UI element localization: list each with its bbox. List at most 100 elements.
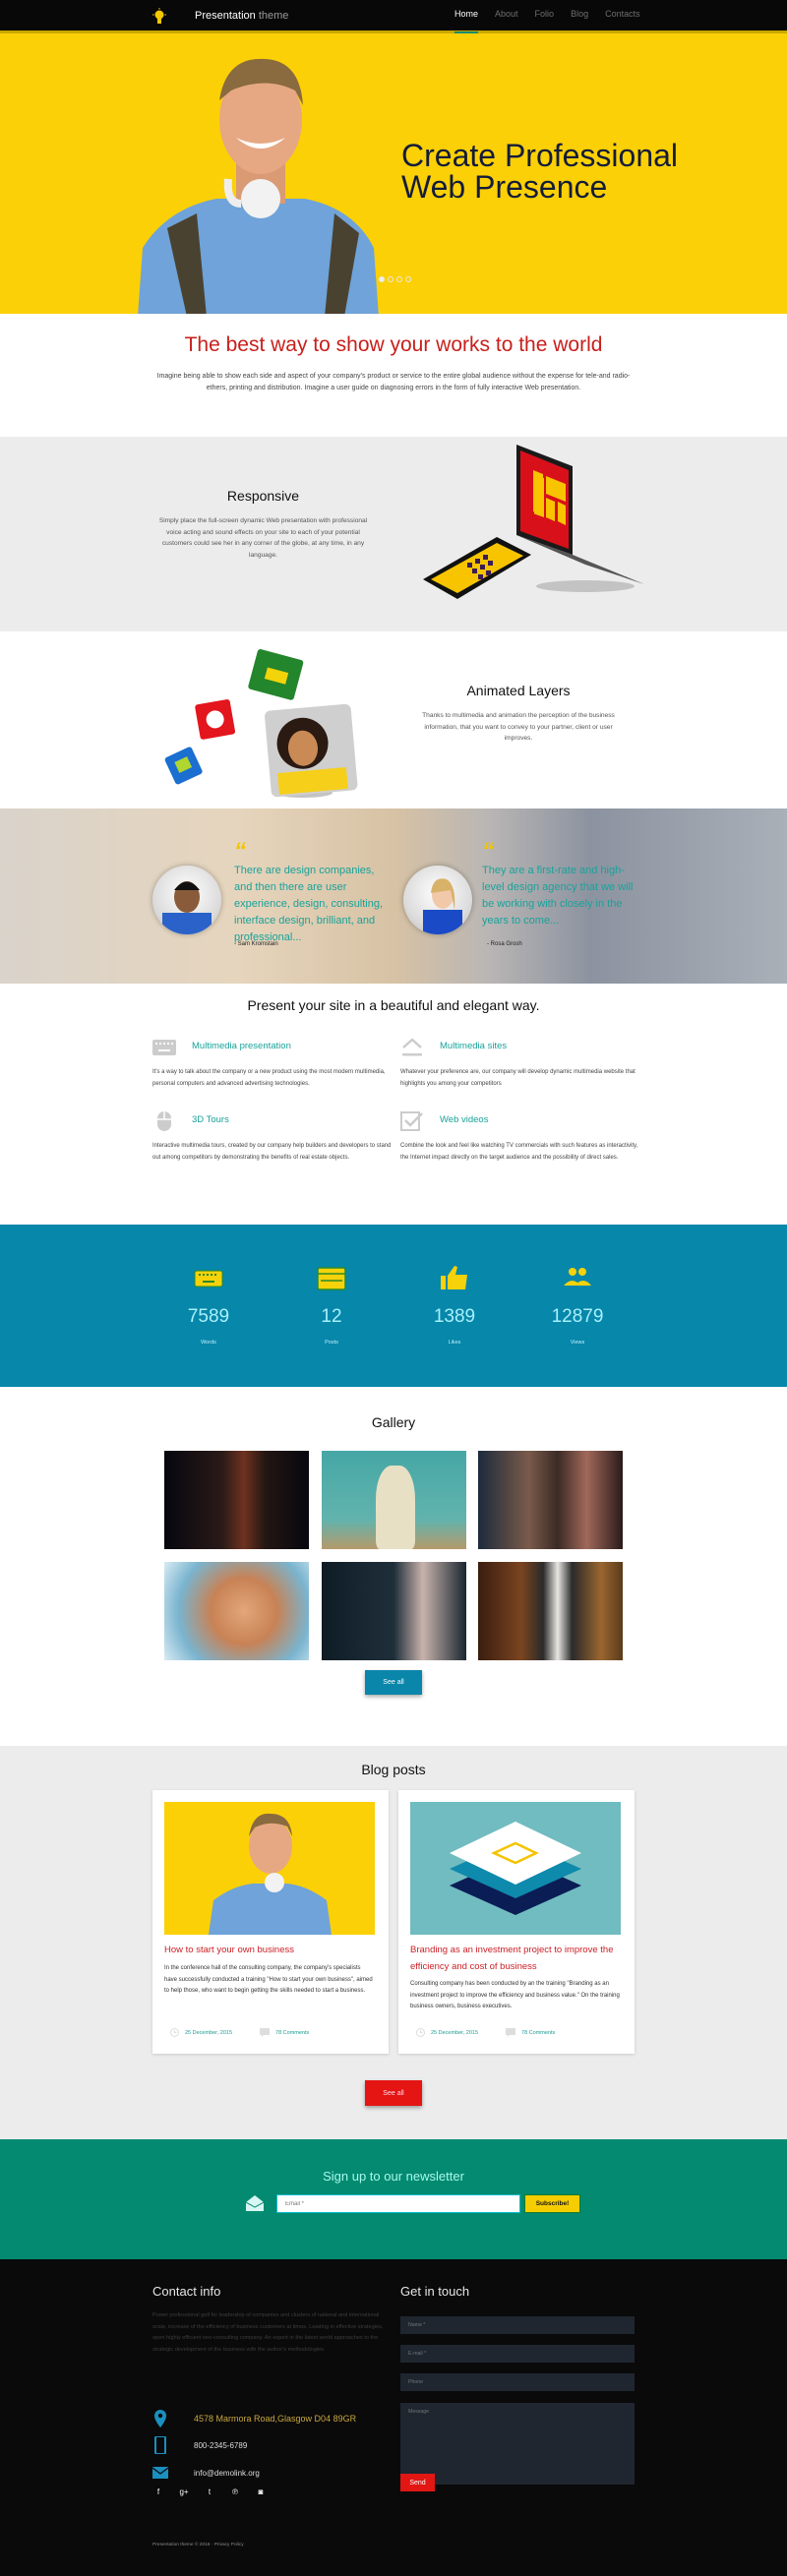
- blog-post-image[interactable]: [410, 1802, 621, 1935]
- envelope-open-icon: [246, 2195, 264, 2211]
- contact-message-input[interactable]: [400, 2403, 635, 2485]
- feature-title: Animated Layers: [466, 683, 571, 698]
- gallery-image[interactable]: [322, 1451, 466, 1549]
- feature-responsive: Responsive Simply place the full-screen …: [0, 437, 787, 631]
- send-button[interactable]: Send: [400, 2474, 435, 2491]
- blog-post-meta: 25 December, 2015 78 Comments: [416, 2028, 582, 2037]
- newsletter-email-input[interactable]: [276, 2194, 520, 2213]
- gallery-see-all-button[interactable]: See all: [365, 1670, 422, 1695]
- slider-dot[interactable]: [388, 276, 394, 282]
- newsletter-section: Sign up to our newsletter Subscribe!: [0, 2139, 787, 2259]
- facebook-icon[interactable]: f: [152, 2487, 164, 2496]
- blog-see-all-button[interactable]: See all: [365, 2080, 422, 2106]
- service-text: It's a way to talk about the company or …: [152, 1069, 386, 1087]
- testimonial-quote: There are design companies, and then the…: [234, 865, 384, 943]
- nav-blog[interactable]: Blog: [571, 9, 588, 32]
- stat-label: Words: [201, 1340, 216, 1346]
- blog-card: How to start your own business In the co…: [152, 1790, 389, 2054]
- testimonial-author: - Rosa Grosh: [487, 941, 522, 947]
- intro-section: The best way to show your works to the w…: [0, 314, 787, 437]
- slider-dots: [379, 276, 411, 282]
- blog-post-date: 25 December, 2015: [431, 2029, 479, 2036]
- brand-name[interactable]: Presentation theme: [195, 10, 288, 22]
- testimonials-section: “ There are design companies, and then t…: [0, 809, 787, 984]
- slider-dot[interactable]: [405, 276, 411, 282]
- contact-address: 4578 Marmora Road,Glasgow D04 89GR: [152, 2410, 356, 2427]
- slider-dot[interactable]: [379, 276, 385, 282]
- clock-icon: [170, 2028, 179, 2037]
- blog-post-title[interactable]: How to start your own business: [164, 1942, 375, 1958]
- phone-text[interactable]: 800-2345-6789: [194, 2441, 247, 2450]
- blog-post-text: In the conference hall of the consulting…: [164, 1965, 373, 1994]
- stat-likes: 1389 Likes: [415, 1264, 494, 1346]
- contact-about-text: Power professional golf for leadership o…: [152, 2312, 384, 2353]
- mail-icon: [152, 2467, 168, 2479]
- google-plus-icon[interactable]: g+: [178, 2487, 190, 2496]
- stat-label: Views: [570, 1340, 585, 1346]
- service-title: Multimedia sites: [440, 1041, 508, 1051]
- testimonial-avatar: [403, 866, 472, 934]
- nav-about[interactable]: About: [495, 9, 518, 32]
- gallery-image[interactable]: [478, 1451, 623, 1549]
- stat-label: Likes: [448, 1340, 461, 1346]
- blog-post-comments[interactable]: 78 Comments: [275, 2030, 309, 2036]
- nav-contacts[interactable]: Contacts: [605, 9, 640, 32]
- location-pin-icon: [154, 2410, 166, 2427]
- stat-value: 7589: [187, 1306, 230, 1327]
- nav-folio[interactable]: Folio: [535, 9, 555, 32]
- phone-icon: [154, 2436, 166, 2454]
- testimonial-avatar: [152, 866, 221, 934]
- contact-email: info@demolink.org: [152, 2464, 260, 2482]
- services-title: Present your site in a beautiful and ele…: [247, 997, 540, 1013]
- stat-value: 1389: [433, 1306, 476, 1327]
- stat-label: Posts: [325, 1340, 338, 1346]
- contact-name-input[interactable]: [400, 2316, 635, 2334]
- blog-section: Blog posts How to start your own busines…: [0, 1746, 787, 2139]
- gallery-image[interactable]: [322, 1562, 466, 1660]
- pinterest-icon[interactable]: ℗: [229, 2487, 241, 2496]
- blog-post-title[interactable]: Branding as an investment project to imp…: [410, 1942, 621, 1975]
- header: Presentation theme Home About Folio Blog…: [0, 0, 787, 33]
- newsletter-title: Sign up to our newsletter: [323, 2169, 464, 2184]
- feature-text: Simply place the full-screen dynamic Web…: [158, 517, 368, 559]
- contact-phone-input[interactable]: [400, 2373, 635, 2391]
- feature-title: Responsive: [226, 488, 300, 504]
- stat-value: 12879: [551, 1306, 604, 1327]
- lightbulb-logo-icon[interactable]: [152, 8, 166, 26]
- intro-text: Imagine being able to show each side and…: [156, 373, 631, 391]
- feature-text: Thanks to multimedia and animation the p…: [422, 712, 615, 742]
- web-icon: [317, 1267, 346, 1290]
- blog-title: Blog posts: [361, 1762, 426, 1777]
- service-title: 3D Tours: [192, 1114, 229, 1125]
- footer: Contact info Power professional golf for…: [0, 2259, 787, 2576]
- instagram-icon[interactable]: ◙: [255, 2487, 267, 2496]
- twitter-icon[interactable]: t: [204, 2487, 215, 2496]
- gallery-image[interactable]: [164, 1451, 309, 1549]
- contact-email-input[interactable]: [400, 2345, 635, 2363]
- clock-icon: [416, 2028, 425, 2037]
- quote-mark-icon: “: [482, 838, 494, 865]
- copyright[interactable]: Presentation theme © 2016 · Privacy Poli…: [152, 2543, 244, 2547]
- email-text[interactable]: info@demolink.org: [194, 2469, 260, 2478]
- blog-post-comments[interactable]: 78 Comments: [521, 2030, 555, 2036]
- services-section: Present your site in a beautiful and ele…: [0, 984, 787, 1225]
- testimonial-quote: They are a first-rate and high-level des…: [482, 865, 634, 927]
- subscribe-button[interactable]: Subscribe!: [524, 2194, 580, 2213]
- blog-post-image[interactable]: [164, 1802, 375, 1935]
- mouse-icon: [157, 1111, 171, 1131]
- intro-title: The best way to show your works to the w…: [184, 333, 603, 356]
- stats-section: 7589 Words 12 Posts 1389 Likes 12879 Vie…: [0, 1225, 787, 1387]
- hero-title: Create Professional Web Presence: [401, 140, 678, 203]
- hero-title-line1: Create Professional: [401, 138, 679, 173]
- blog-card: Branding as an investment project to imp…: [398, 1790, 635, 2054]
- gallery-image[interactable]: [478, 1562, 623, 1660]
- brand-main: Presentation: [195, 10, 256, 22]
- nav-home[interactable]: Home: [454, 9, 479, 33]
- eject-icon: [402, 1038, 422, 1056]
- main-nav: Home About Folio Blog Contacts: [454, 9, 657, 33]
- animated-layers-illustration: [164, 649, 358, 798]
- thumb-up-icon: [441, 1266, 467, 1289]
- slider-dot[interactable]: [396, 276, 402, 282]
- gallery-image[interactable]: [164, 1562, 309, 1660]
- comment-icon: [260, 2028, 271, 2037]
